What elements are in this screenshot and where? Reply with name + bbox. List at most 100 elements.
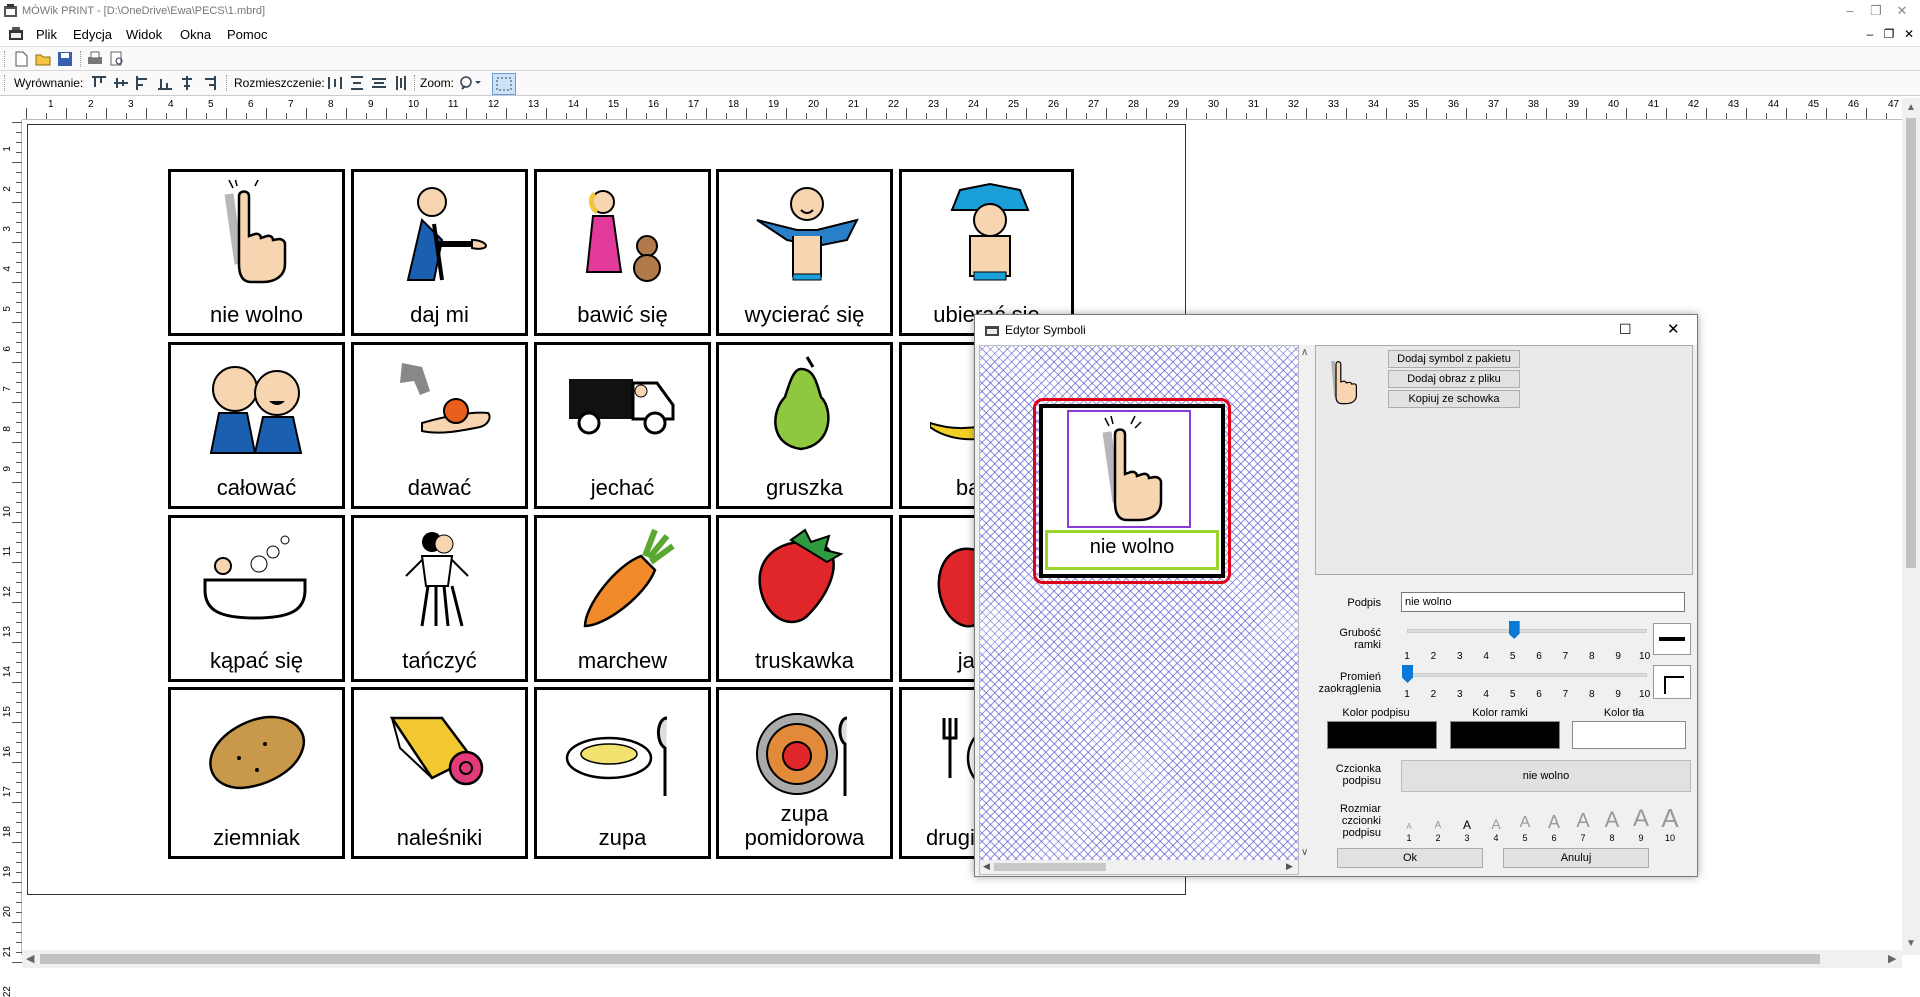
background-color-swatch[interactable] [1572, 721, 1686, 749]
radius-slider-thumb[interactable] [1402, 665, 1413, 683]
scale-tick-label: 4 [1483, 689, 1489, 700]
menu-plik[interactable]: Plik [36, 27, 57, 42]
restore-icon[interactable]: ❐ [1868, 3, 1884, 19]
thickness-slider[interactable] [1407, 629, 1647, 633]
card-grid: nie wolno daj mi bawić się wycierać się ubie… [168, 169, 1074, 859]
print-preview-icon[interactable] [108, 50, 126, 68]
font-size-number: 3 [1464, 833, 1470, 843]
card-caption: nie wolno [210, 302, 303, 327]
zoom-dropdown-icon[interactable] [458, 74, 481, 92]
vertical-scrollbar[interactable]: ▲ ▼ [1902, 98, 1920, 955]
horizontal-scrollbar[interactable]: ◀ ▶ [22, 950, 1902, 968]
paste-from-clipboard-button[interactable]: Kopiuj ze schowka [1388, 390, 1520, 408]
symbol-card[interactable]: zupa pomidorowa [716, 687, 893, 859]
menu-pomoc[interactable]: Pomoc [227, 27, 267, 42]
toolbar-grip[interactable] [4, 51, 7, 67]
align-center-icon[interactable] [178, 74, 196, 92]
ruler-v-label: 21 [2, 946, 13, 958]
add-image-from-file-button[interactable]: Dodaj obraz z pliku [1388, 370, 1520, 388]
scale-tick-label: 7 [1562, 651, 1569, 662]
dialog-close-icon[interactable]: ✕ [1667, 320, 1680, 338]
symbol-thumbnail[interactable] [1324, 350, 1360, 417]
add-symbol-from-pack-button[interactable]: Dodaj symbol z pakietu [1388, 350, 1520, 368]
align-top-icon[interactable] [90, 74, 108, 92]
save-icon[interactable] [56, 50, 74, 68]
radius-slider[interactable] [1407, 673, 1647, 677]
canvas-v-scrollbar[interactable]: ∧ ∨ [1299, 345, 1313, 861]
image-region[interactable] [1067, 410, 1191, 528]
thickness-slider-thumb[interactable] [1508, 621, 1520, 639]
font-size-option[interactable]: A [1484, 817, 1508, 831]
symbol-card[interactable]: ziemniak [168, 687, 345, 859]
cancel-button[interactable]: Anuluj [1503, 848, 1649, 868]
tomato-soup-icon [756, 713, 848, 796]
symbol-card[interactable]: daj mi [351, 169, 528, 336]
symbol-card[interactable]: naleśniki [351, 687, 528, 859]
caption-input[interactable] [1401, 592, 1685, 612]
font-size-option[interactable]: A [1542, 813, 1566, 831]
grid-toggle-icon[interactable] [492, 73, 516, 95]
dialog-maximize-icon[interactable]: ☐ [1619, 321, 1632, 338]
distribute-horizontal-icon[interactable] [326, 74, 344, 92]
frame-color-swatch[interactable] [1450, 721, 1560, 749]
scale-tick-label: 5 [1509, 689, 1516, 700]
align-right-icon[interactable] [200, 74, 218, 92]
font-size-selector[interactable]: A 1 A 2 A 3 A 4 A 5 A 6 A 7 A 8 A 9 A 10 [1397, 803, 1687, 843]
print-icon[interactable] [86, 50, 104, 68]
mdi-app-icon[interactable] [9, 27, 23, 44]
font-size-option[interactable]: A [1571, 811, 1595, 831]
symbol-card[interactable]: tańczyć [351, 515, 528, 682]
horizontal-scroll-thumb[interactable] [40, 954, 1820, 964]
font-size-option[interactable]: A [1658, 805, 1682, 831]
distribute-vertical-icon[interactable] [348, 74, 366, 92]
align-bottom-icon[interactable] [156, 74, 174, 92]
toolbar-grip[interactable] [4, 75, 7, 91]
mdi-close-icon[interactable]: ✕ [1902, 27, 1916, 41]
font-picker-button[interactable]: nie wolno [1401, 760, 1691, 792]
menu-widok[interactable]: Widok [126, 27, 162, 42]
symbol-card[interactable]: dawać [351, 342, 528, 509]
ruler-h-label: 21 [848, 99, 860, 110]
vertical-scroll-thumb[interactable] [1906, 118, 1916, 568]
align-label: Wyrównanie: [14, 76, 84, 90]
symbol-card[interactable]: jechać [534, 342, 711, 509]
new-file-icon[interactable] [12, 50, 30, 68]
open-folder-icon[interactable] [34, 50, 52, 68]
font-size-option[interactable]: A [1455, 819, 1479, 831]
font-size-option[interactable]: A [1629, 807, 1653, 831]
ok-button[interactable]: Ok [1337, 848, 1483, 868]
preview-card[interactable]: nie wolno [1039, 404, 1225, 578]
symbol-card[interactable]: bawić się [534, 169, 711, 336]
symbol-card[interactable]: kąpać się [168, 515, 345, 682]
align-left-icon[interactable] [134, 74, 152, 92]
minimize-icon[interactable]: – [1842, 3, 1858, 19]
symbol-card[interactable]: ubierać się [899, 169, 1074, 336]
mdi-restore-icon[interactable]: ❐ [1882, 27, 1896, 41]
symbol-card[interactable]: gruszka [716, 342, 893, 509]
font-size-option[interactable]: A [1513, 815, 1537, 831]
close-icon[interactable]: ✕ [1894, 3, 1910, 19]
font-size-number: 4 [1493, 833, 1499, 843]
font-size-option[interactable]: A [1426, 821, 1450, 831]
font-size-option[interactable]: A [1397, 823, 1421, 831]
same-width-icon[interactable] [370, 74, 388, 92]
symbol-card[interactable]: całować [168, 342, 345, 509]
ruler-v-label: 15 [2, 706, 13, 718]
background-color-label: Kolor tła [1603, 707, 1645, 719]
mdi-minimize-icon[interactable]: – [1863, 27, 1877, 41]
symbol-card[interactable]: wycierać się [716, 169, 893, 336]
ruler-h-label: 34 [1368, 99, 1380, 110]
menu-okna[interactable]: Okna [180, 27, 211, 42]
symbol-card[interactable]: marchew [534, 515, 711, 682]
symbol-card[interactable]: zupa [534, 687, 711, 859]
font-size-option[interactable]: A [1600, 809, 1624, 831]
symbol-preview-canvas[interactable]: nie wolno ◀ ▶ [979, 345, 1299, 875]
align-middle-icon[interactable] [112, 74, 130, 92]
canvas-h-scrollbar[interactable]: ◀ ▶ [980, 860, 1298, 874]
vertical-ruler: 1 2 3 4 5 6 7 8 9 10 11 12 13 14 15 16 17 18 19 20 21 22 [0, 120, 22, 997]
menu-edycja[interactable]: Edycja [73, 27, 112, 42]
same-height-icon[interactable] [392, 74, 410, 92]
caption-color-swatch[interactable] [1327, 721, 1437, 749]
symbol-card[interactable]: nie wolno [168, 169, 345, 336]
symbol-card[interactable]: truskawka [716, 515, 893, 682]
